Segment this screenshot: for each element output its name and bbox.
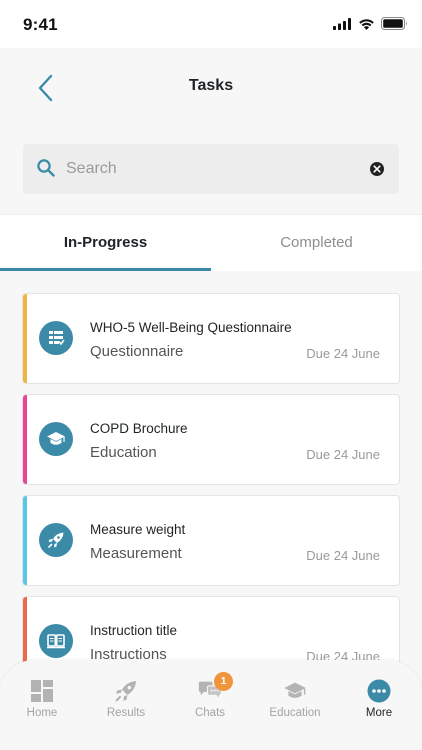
status-icons (333, 17, 408, 30)
search-box[interactable] (23, 144, 399, 194)
nav-item-more[interactable]: More (337, 660, 421, 730)
nav-label: Chats (194, 707, 226, 719)
rocket-icon (39, 523, 73, 557)
graduation-cap-icon (283, 679, 307, 703)
task-due-date: Due 24 June (306, 548, 380, 563)
rocket-icon (114, 679, 138, 703)
task-title: Instruction title (90, 623, 178, 638)
wifi-icon (359, 18, 374, 30)
task-card[interactable]: Measure weight Measurement Due 24 June (22, 495, 400, 586)
tab-in-progress[interactable]: In-Progress (0, 215, 211, 272)
status-time: 9:41 (23, 15, 58, 34)
task-color-stripe (23, 294, 27, 383)
tab-completed[interactable]: Completed (211, 215, 422, 272)
page-title: Tasks (188, 77, 234, 94)
task-title: COPD Brochure (90, 421, 188, 436)
task-tabs: In-Progress Completed (0, 214, 422, 271)
task-title: Measure weight (90, 522, 186, 537)
search-icon (37, 159, 55, 177)
nav-label: Home (26, 707, 58, 719)
task-category: Measurement (90, 545, 182, 562)
nav-item-home[interactable]: Home (0, 660, 84, 730)
task-category: Education (90, 444, 157, 461)
nav-label: More (365, 707, 393, 719)
clear-search-icon[interactable] (370, 162, 384, 176)
unread-badge: 1 (214, 672, 233, 691)
search-input[interactable] (66, 144, 356, 194)
more-dots-icon (367, 679, 391, 703)
search-area (0, 128, 422, 214)
nav-item-chats[interactable]: 1 Chats (168, 660, 252, 730)
task-card[interactable]: WHO-5 Well-Being Questionnaire Questionn… (22, 293, 400, 384)
graduation-cap-icon (39, 422, 73, 456)
status-bar: 9:41 (0, 0, 422, 48)
book-icon (39, 624, 73, 658)
task-title: WHO-5 Well-Being Questionnaire (90, 320, 292, 335)
nav-item-education[interactable]: Education (253, 660, 337, 730)
task-category: Questionnaire (90, 343, 184, 360)
nav-item-results[interactable]: Results (84, 660, 168, 730)
bottom-nav: Home Results 1 Chats Education More (0, 660, 422, 750)
questionnaire-icon (39, 321, 73, 355)
task-due-date: Due 24 June (306, 346, 380, 361)
task-card[interactable]: COPD Brochure Education Due 24 June (22, 394, 400, 485)
home-grid-icon (30, 679, 54, 703)
task-color-stripe (23, 496, 27, 585)
nav-header: Tasks (0, 48, 422, 128)
nav-label: Education (269, 707, 321, 719)
task-color-stripe (23, 395, 27, 484)
battery-icon (381, 17, 407, 30)
task-due-date: Due 24 June (306, 447, 380, 462)
nav-label: Results (106, 707, 146, 719)
close-icon (373, 165, 381, 173)
cellular-signal-icon (333, 17, 351, 30)
